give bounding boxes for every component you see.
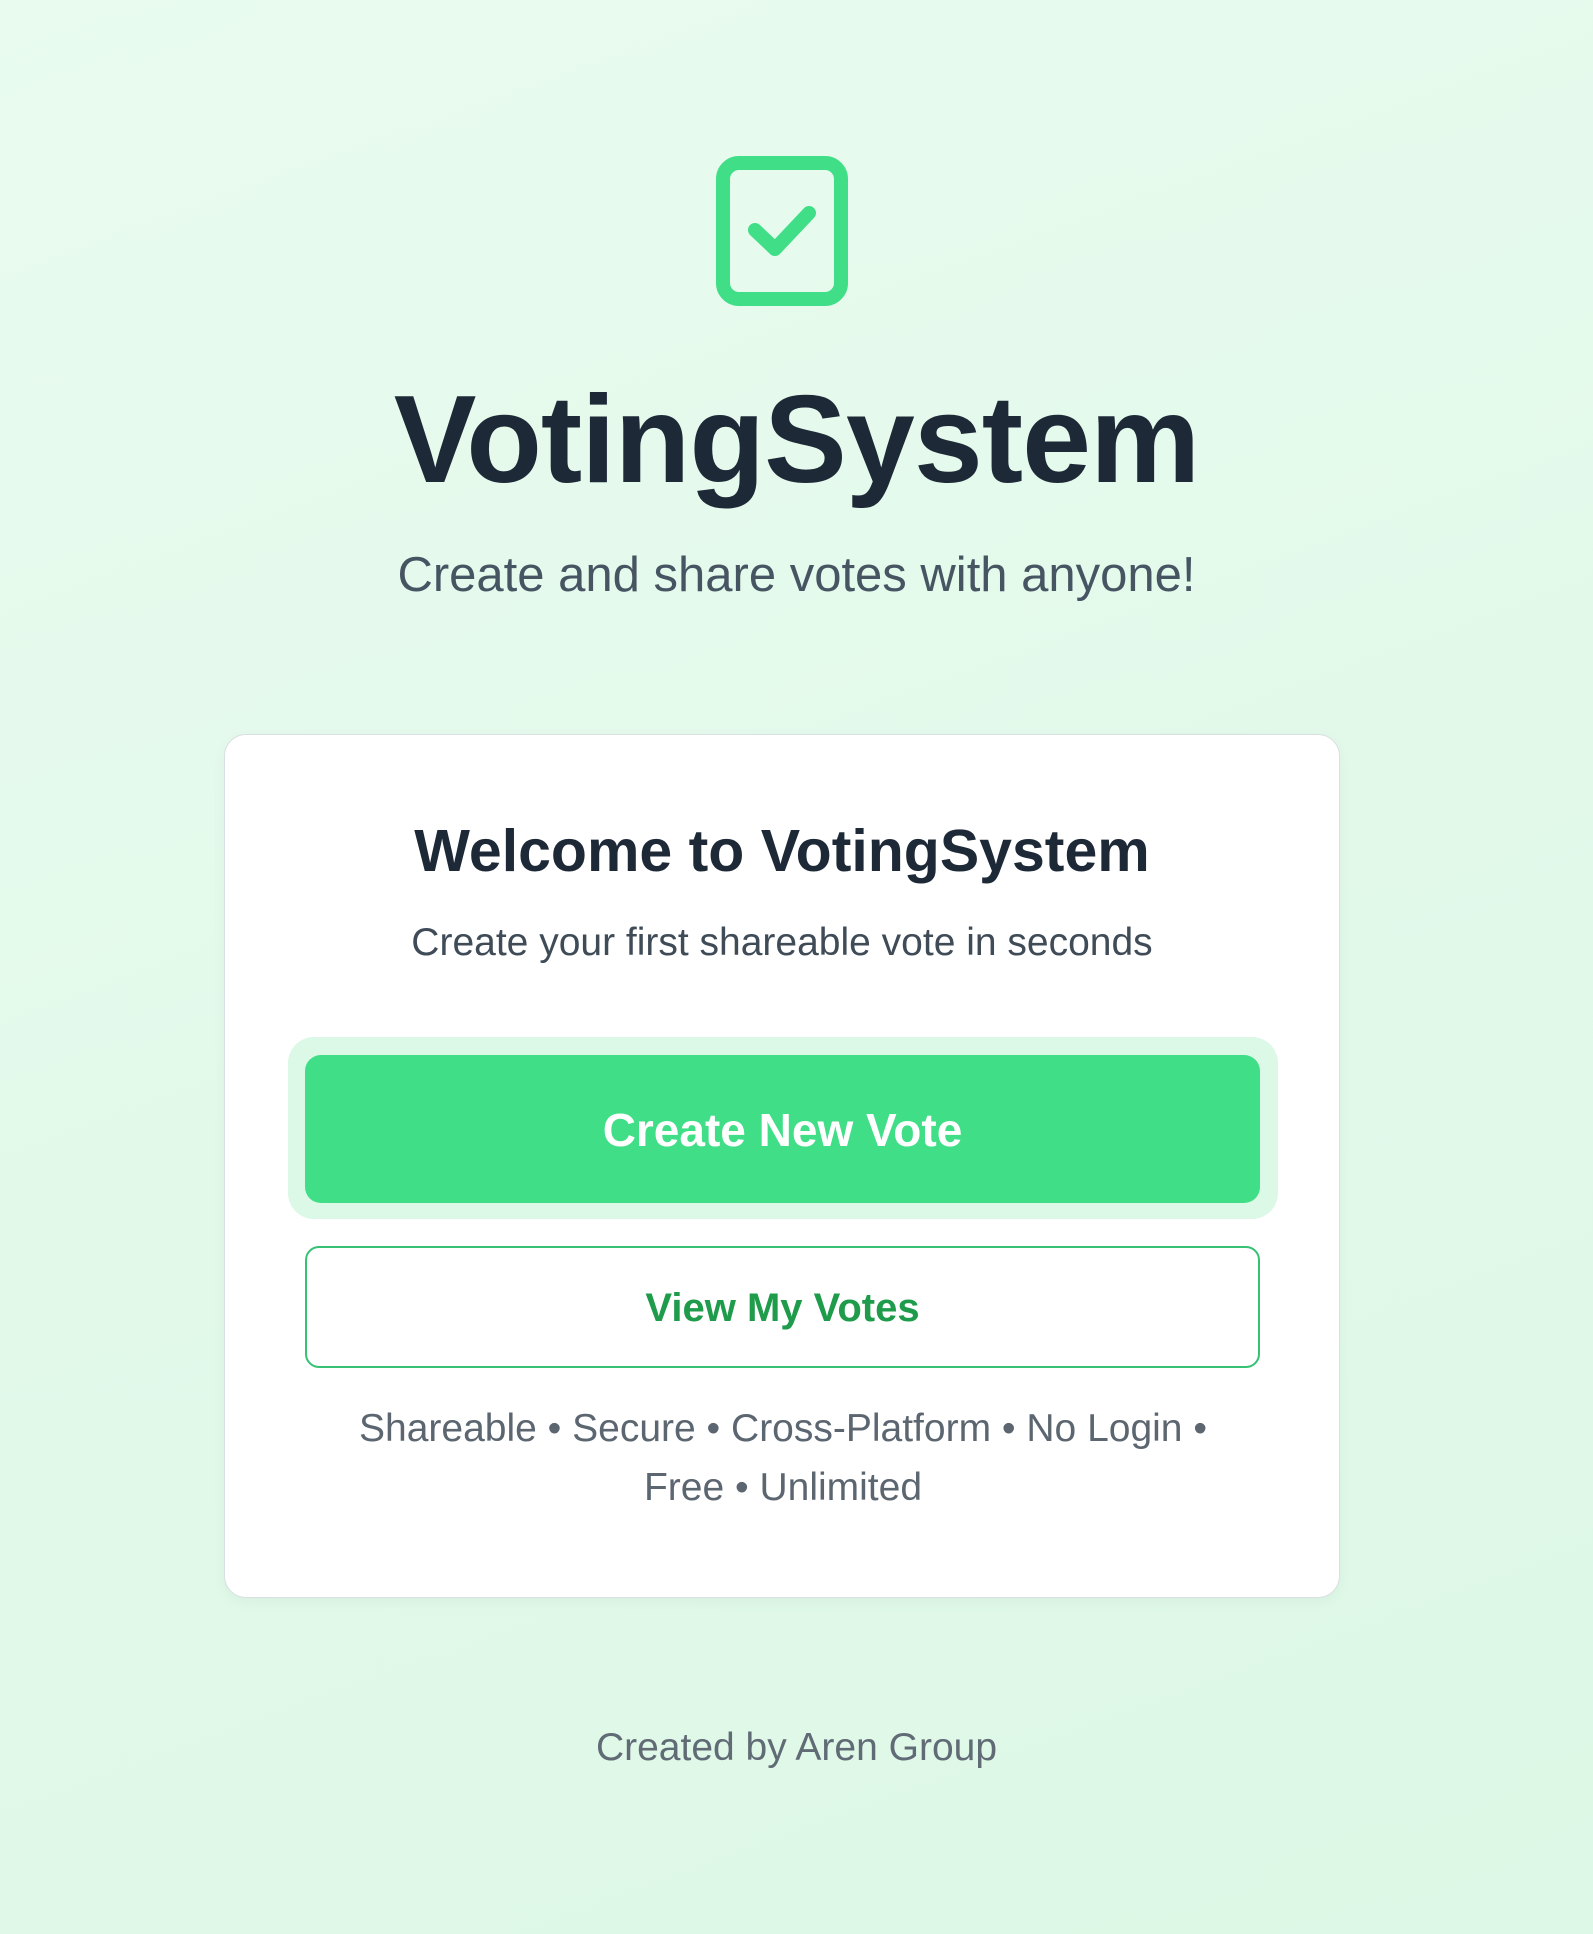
feature-list-line-1: Shareable • Secure • Cross-Platform • No… xyxy=(359,1407,1207,1450)
app-tagline: Create and share votes with anyone! xyxy=(397,548,1196,602)
app-title: VotingSystem xyxy=(393,371,1201,509)
feature-list-line-2: Free • Unlimited xyxy=(643,1466,923,1509)
check-square-icon xyxy=(715,155,849,307)
feature-list: Shareable • Secure • Cross-Platform • No… xyxy=(285,1399,1281,1517)
welcome-card: Welcome to VotingSystem Create your firs… xyxy=(224,734,1340,1598)
view-my-votes-button[interactable]: View My Votes xyxy=(305,1246,1260,1368)
footer-credit: Created by Aren Group xyxy=(595,1726,998,1769)
card-title: Welcome to VotingSystem xyxy=(414,818,1150,884)
card-subtitle: Create your first shareable vote in seco… xyxy=(411,921,1153,964)
create-new-vote-button[interactable]: Create New Vote xyxy=(305,1055,1260,1203)
